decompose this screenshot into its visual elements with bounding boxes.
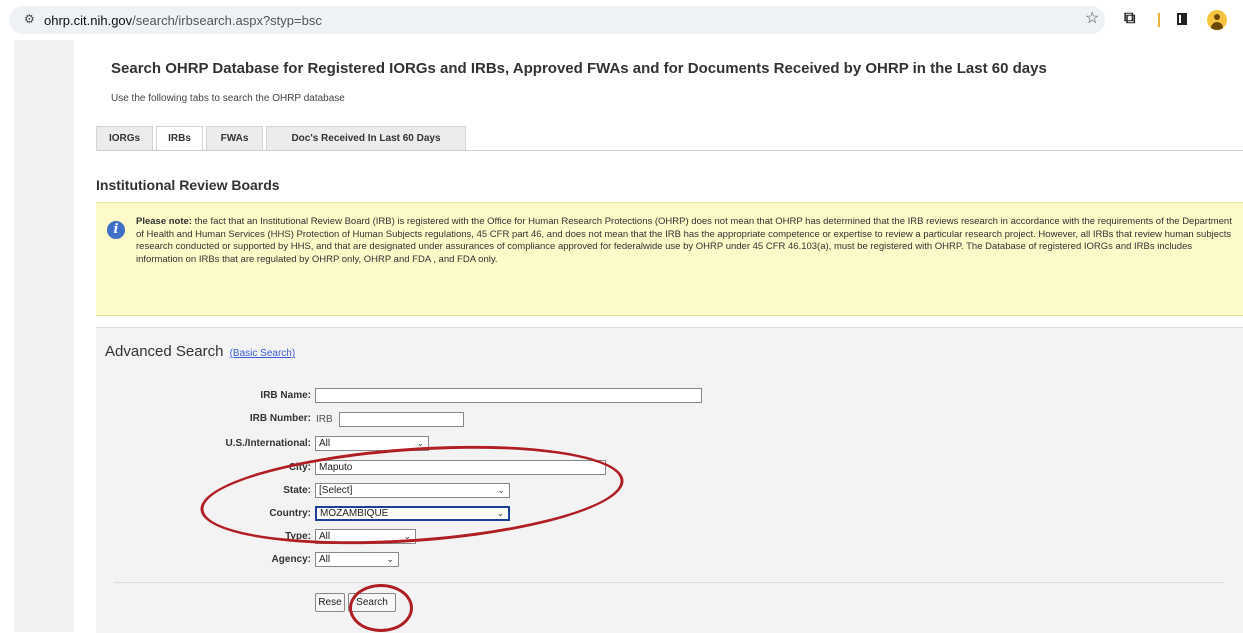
advanced-search-label: Advanced Search <box>105 343 224 360</box>
irb-name-label: IRB Name: <box>260 390 311 401</box>
reset-button[interactable]: Rese <box>315 593 345 612</box>
advanced-search-title: Advanced Search (Basic Search) <box>105 343 295 360</box>
profile-icon[interactable] <box>1207 10 1227 30</box>
tab-iorgs[interactable]: IORGs <box>96 126 153 150</box>
extensions-icon[interactable]: ⧉ <box>1124 11 1135 27</box>
section-title: Institutional Review Boards <box>96 177 280 193</box>
irb-name-input[interactable] <box>315 388 702 403</box>
notice-lead: Please note: <box>136 216 192 227</box>
irb-number-prefix: IRB <box>316 414 333 425</box>
irb-number-input[interactable] <box>339 412 464 427</box>
agency-select[interactable]: All ⌄ <box>315 552 399 567</box>
tab-fwas[interactable]: FWAs <box>206 126 263 150</box>
irb-number-label: IRB Number: <box>249 413 311 424</box>
url-host: ohrp.cit.nih.gov <box>44 13 133 28</box>
form-divider <box>114 582 1224 583</box>
us-international-label: U.S./International: <box>225 438 311 449</box>
url-path: /search/irbsearch.aspx?styp=bsc <box>132 13 322 28</box>
url-text[interactable]: ohrp.cit.nih.gov/search/irbsearch.aspx?s… <box>44 13 322 28</box>
us-international-value: All <box>319 438 331 449</box>
side-panel-icon[interactable] <box>1177 13 1187 25</box>
info-icon: i <box>107 221 125 239</box>
instructions-text: Use the following tabs to search the OHR… <box>111 93 345 104</box>
annotation-circle <box>349 584 413 632</box>
notice-body: the fact that an Institutional Review Bo… <box>136 216 1232 265</box>
toolbar-divider <box>1158 13 1160 27</box>
basic-search-link[interactable]: (Basic Search) <box>230 348 296 359</box>
tab-irbs[interactable]: IRBs <box>156 126 203 150</box>
site-settings-icon[interactable]: ⚙ <box>24 13 36 25</box>
tab-divider <box>96 150 1243 151</box>
tab-docs-received[interactable]: Doc's Received In Last 60 Days <box>266 126 466 150</box>
notice-text: Please note: the fact that an Institutio… <box>136 216 1236 266</box>
page-frame: Search OHRP Database for Registered IORG… <box>14 40 1243 633</box>
browser-toolbar: ⚙ ohrp.cit.nih.gov/search/irbsearch.aspx… <box>0 0 1243 40</box>
page-content: Search OHRP Database for Registered IORG… <box>74 40 1243 633</box>
chevron-down-icon: ⌄ <box>386 554 394 564</box>
notice-box: i Please note: the fact that an Institut… <box>96 202 1243 316</box>
agency-value: All <box>319 554 331 565</box>
agency-label: Agency: <box>271 554 311 565</box>
bookmark-star-icon[interactable]: ☆ <box>1085 11 1099 27</box>
page-title: Search OHRP Database for Registered IORG… <box>111 60 1047 77</box>
